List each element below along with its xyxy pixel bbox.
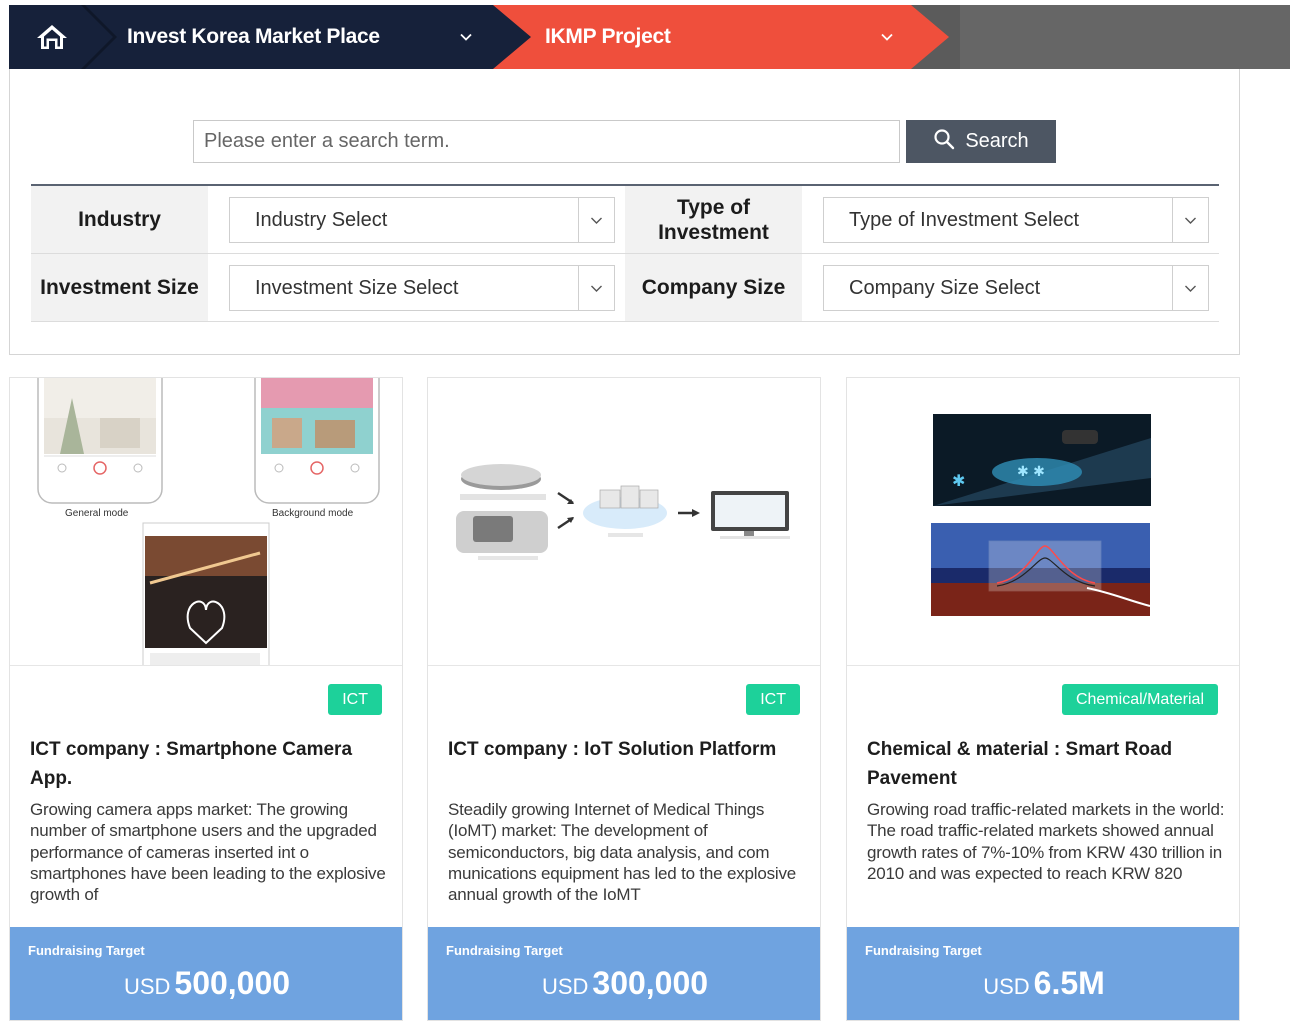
fundraising-amount: USD 300,000 bbox=[428, 965, 820, 1002]
currency: USD bbox=[983, 974, 1030, 999]
fundraising-target: Fundraising Target USD 500,000 bbox=[10, 927, 402, 1020]
breadcrumb-market-label[interactable]: Invest Korea Market Place bbox=[127, 5, 380, 69]
project-image bbox=[428, 378, 820, 666]
industry-badge: ICT bbox=[328, 684, 382, 715]
search-icon bbox=[933, 128, 955, 156]
project-description: Steadily growing Internet of Medical Thi… bbox=[448, 800, 797, 905]
project-description: Growing road traffic-related markets in … bbox=[867, 800, 1225, 883]
company-size-label: Company Size bbox=[625, 254, 802, 321]
industry-select-value: Industry Select bbox=[255, 209, 388, 231]
investment-size-label: Investment Size bbox=[31, 254, 208, 321]
investment-type-select[interactable]: Type of Investment Select bbox=[823, 197, 1209, 243]
project-title[interactable]: ICT company : Smartphone Camera App. bbox=[30, 735, 390, 793]
project-title[interactable]: ICT company : IoT Solution Platform bbox=[448, 735, 808, 764]
search-input[interactable] bbox=[193, 120, 900, 163]
amount: 500,000 bbox=[174, 965, 291, 1001]
svg-text:✱: ✱ bbox=[952, 471, 965, 490]
project-description: Growing camera apps market: The growing … bbox=[30, 800, 386, 905]
project-title[interactable]: Chemical & material : Smart Road Pavemen… bbox=[867, 735, 1227, 793]
project-card[interactable]: ✱ ✱ ✱ Chemical/Material Chemical & mater… bbox=[846, 377, 1240, 1021]
filter-row: Investment Size Investment Size Select C… bbox=[31, 254, 1219, 322]
fundraising-target: Fundraising Target USD 300,000 bbox=[428, 927, 820, 1020]
breadcrumb: Invest Korea Market Place IKMP Project bbox=[9, 5, 1290, 69]
industry-select[interactable]: Industry Select bbox=[229, 197, 615, 243]
chevron-down-icon[interactable] bbox=[880, 30, 894, 44]
investment-type-label: Type of Investment bbox=[625, 186, 802, 253]
chevron-down-icon[interactable] bbox=[459, 30, 473, 44]
investment-size-select-value: Investment Size Select bbox=[255, 277, 459, 299]
image-caption: Background mode bbox=[272, 508, 354, 519]
project-card[interactable]: General mode Background mode ICT ICT com… bbox=[9, 377, 403, 1021]
search-panel: Search Industry Industry Select Type of … bbox=[9, 69, 1240, 355]
amount: 6.5M bbox=[1033, 965, 1105, 1001]
svg-text:✱ ✱: ✱ ✱ bbox=[1017, 464, 1045, 480]
project-image: ✱ ✱ ✱ bbox=[847, 378, 1239, 666]
chevron-down-icon[interactable] bbox=[578, 266, 614, 310]
fundraising-amount: USD 500,000 bbox=[10, 965, 402, 1002]
search-button[interactable]: Search bbox=[906, 120, 1056, 163]
fundraising-label: Fundraising Target bbox=[865, 943, 982, 958]
amount: 300,000 bbox=[592, 965, 709, 1001]
fundraising-target: Fundraising Target USD 6.5M bbox=[847, 927, 1239, 1020]
fundraising-amount: USD 6.5M bbox=[847, 965, 1239, 1002]
company-size-select[interactable]: Company Size Select bbox=[823, 265, 1209, 311]
chevron-down-icon[interactable] bbox=[578, 198, 614, 242]
chevron-down-icon[interactable] bbox=[1172, 266, 1208, 310]
breadcrumb-project-label[interactable]: IKMP Project bbox=[545, 5, 671, 69]
image-caption: General mode bbox=[65, 508, 129, 519]
currency: USD bbox=[123, 974, 171, 999]
industry-badge: Chemical/Material bbox=[1061, 684, 1218, 715]
home-icon[interactable] bbox=[35, 23, 69, 51]
industry-badge: ICT bbox=[746, 684, 800, 715]
company-size-select-value: Company Size Select bbox=[849, 277, 1041, 299]
project-image bbox=[10, 378, 402, 666]
currency: USD bbox=[541, 974, 589, 999]
fundraising-label: Fundraising Target bbox=[28, 943, 145, 958]
project-card[interactable]: ICT ICT company : IoT Solution Platform … bbox=[427, 377, 821, 1021]
investment-size-select[interactable]: Investment Size Select bbox=[229, 265, 615, 311]
fundraising-label: Fundraising Target bbox=[446, 943, 563, 958]
filter-table: Industry Industry Select Type of Investm… bbox=[31, 184, 1219, 322]
chevron-down-icon[interactable] bbox=[1172, 198, 1208, 242]
search-button-label: Search bbox=[965, 130, 1029, 152]
decorative-strip bbox=[960, 5, 1290, 69]
industry-label: Industry bbox=[31, 186, 208, 253]
filter-row: Industry Industry Select Type of Investm… bbox=[31, 186, 1219, 254]
investment-type-select-value: Type of Investment Select bbox=[849, 209, 1080, 231]
